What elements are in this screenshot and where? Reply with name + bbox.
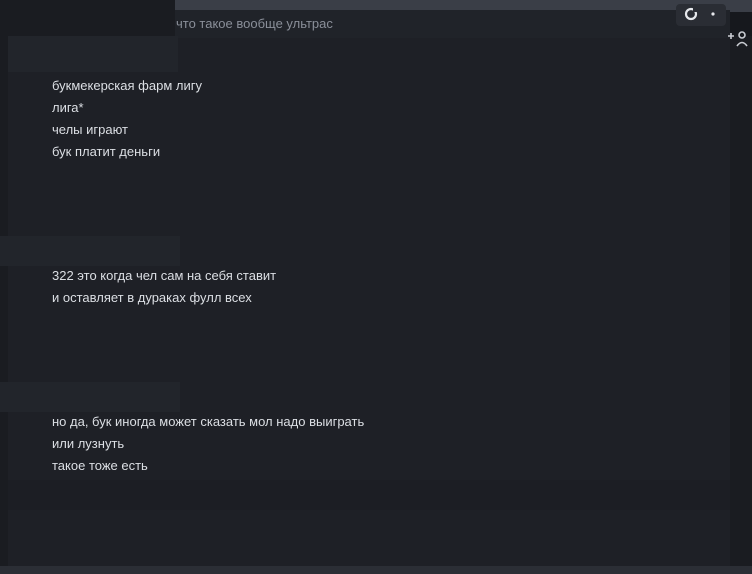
message-line: бук платит деньги bbox=[52, 144, 161, 159]
message-line: лига* bbox=[52, 100, 84, 115]
message-line: и оставляет в дураках фулл всех bbox=[52, 290, 252, 305]
message-actions bbox=[676, 4, 726, 26]
message-line: но да, бук иногда может сказать мол надо… bbox=[52, 414, 365, 429]
redacted-block bbox=[0, 382, 180, 412]
right-edge bbox=[730, 36, 752, 566]
reply-preview-text[interactable]: что такое вообще ультрас bbox=[176, 16, 333, 31]
message-line: букмекерская фарм лигу bbox=[52, 78, 202, 93]
message-line: челы играют bbox=[52, 122, 128, 137]
redacted-block bbox=[8, 480, 730, 510]
message: 322 это когда чел сам на себя ставит и о… bbox=[52, 265, 276, 309]
more-vertical-icon[interactable] bbox=[708, 6, 718, 22]
message-line: 322 это когда чел сам на себя ставит bbox=[52, 268, 277, 283]
message: букмекерская фарм лигу лига* челы играют… bbox=[52, 75, 202, 163]
bottom-edge bbox=[0, 566, 752, 574]
redacted-block bbox=[8, 36, 178, 72]
message-line: такое тоже есть bbox=[52, 458, 148, 473]
add-reaction-icon[interactable] bbox=[727, 29, 749, 47]
left-edge bbox=[0, 36, 8, 566]
message: но да, бук иногда может сказать мол надо… bbox=[52, 411, 364, 477]
refresh-icon[interactable] bbox=[684, 7, 698, 21]
redacted-block bbox=[0, 236, 180, 266]
redacted-area bbox=[0, 0, 175, 36]
message-line: или лузнуть bbox=[52, 436, 125, 451]
